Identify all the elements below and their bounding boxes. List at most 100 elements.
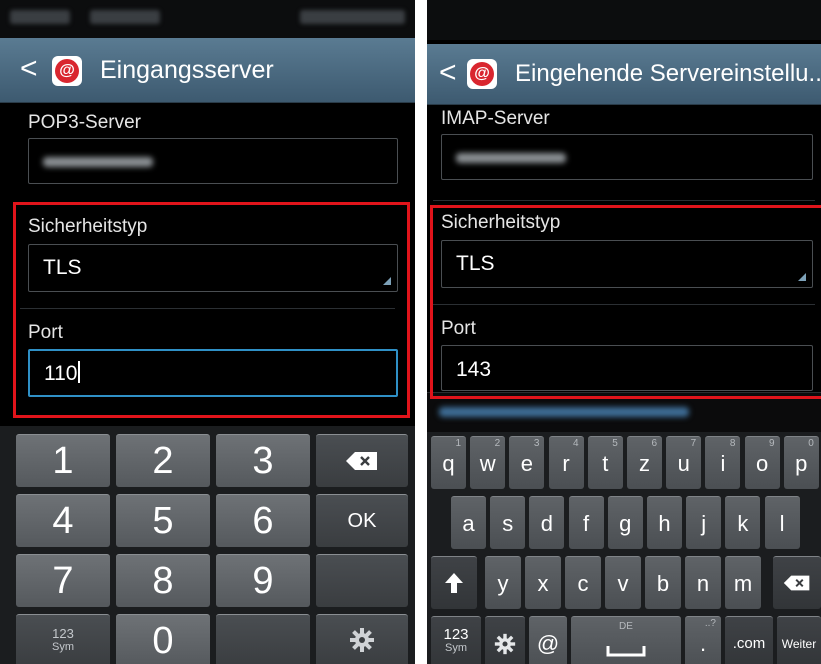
key-u[interactable]: 7u (666, 436, 702, 489)
gear-icon (494, 633, 516, 655)
key-label: d (540, 511, 554, 536)
key-p[interactable]: 0p (783, 436, 819, 489)
key-z[interactable]: 6z (627, 436, 662, 489)
screen-title: Eingangsserver (100, 56, 274, 84)
key-g[interactable]: g (607, 496, 643, 549)
key-label: u (677, 451, 690, 476)
key-1[interactable]: 1 (16, 434, 110, 487)
email-app-icon: @ (467, 59, 497, 89)
key-r[interactable]: 4r (548, 436, 584, 489)
key-q[interactable]: 1q (431, 436, 466, 489)
key-label: f (583, 511, 590, 536)
sym-key[interactable]: 123 Sym (431, 616, 481, 664)
back-icon[interactable]: < (20, 52, 38, 86)
status-icons (90, 10, 160, 24)
email-app-icon: @ (52, 56, 82, 86)
settings-key[interactable] (316, 614, 408, 664)
key-label: q (442, 451, 455, 476)
key-n[interactable]: n (685, 556, 721, 609)
key-6[interactable]: 6 (216, 494, 310, 547)
settings-key[interactable] (485, 616, 525, 664)
key-9[interactable]: 9 (216, 554, 310, 607)
server-label: POP3-Server (28, 112, 141, 133)
numeric-keypad: 1 2 3 4 5 6 OK 7 8 9 123 Sym 0 (0, 426, 415, 664)
key-label: r (562, 451, 570, 476)
key-label: k (737, 511, 749, 536)
server-field[interactable] (441, 134, 813, 180)
backspace-key[interactable] (316, 434, 408, 487)
dot-key[interactable]: ..? . (685, 616, 721, 664)
screen-title: Eingehende Servereinstellu.. (515, 60, 821, 87)
key-label: n (696, 571, 710, 596)
key-label: t (602, 451, 609, 476)
highlight-box (430, 205, 821, 399)
key-7[interactable]: 7 (16, 554, 110, 607)
key-label: c (577, 571, 589, 596)
key-e[interactable]: 3e (509, 436, 545, 489)
action-bar: < @ Eingangsserver (0, 38, 415, 103)
key-f[interactable]: f (568, 496, 604, 549)
key-label: b (656, 571, 670, 596)
gear-icon (350, 628, 374, 652)
action-bar: < @ Eingehende Servereinstellu.. (427, 44, 821, 105)
empty-key (216, 614, 310, 664)
key-a[interactable]: a (451, 496, 486, 549)
key-label: o (755, 451, 769, 476)
key-label: y (497, 571, 509, 596)
key-label: w (479, 451, 496, 476)
key-k[interactable]: k (725, 496, 761, 549)
key-5[interactable]: 5 (116, 494, 210, 547)
key-c[interactable]: c (565, 556, 601, 609)
key-s[interactable]: s (490, 496, 526, 549)
key-8[interactable]: 8 (116, 554, 210, 607)
space-key[interactable]: DE (571, 616, 681, 664)
key-label: z (639, 451, 650, 476)
server-label: IMAP-Server (441, 108, 550, 129)
key-j[interactable]: j (686, 496, 722, 549)
server-value-redacted (43, 157, 153, 167)
key-i[interactable]: 8i (705, 436, 741, 489)
key-t[interactable]: 5t (587, 436, 623, 489)
key-label: a (462, 511, 475, 536)
key-4[interactable]: 4 (16, 494, 110, 547)
key-0[interactable]: 0 (116, 614, 210, 664)
key-b[interactable]: b (645, 556, 681, 609)
next-key[interactable]: Weiter (777, 616, 821, 664)
key-number-hint: 0 (808, 438, 814, 449)
server-field[interactable] (28, 138, 398, 184)
divider (433, 200, 815, 201)
backspace-icon (346, 452, 377, 470)
key-v[interactable]: v (605, 556, 641, 609)
status-bar (0, 0, 415, 38)
key-2[interactable]: 2 (116, 434, 210, 487)
key-m[interactable]: m (725, 556, 761, 609)
backspace-key[interactable] (773, 556, 821, 609)
sym-key[interactable]: 123 Sym (16, 614, 110, 664)
key-label: s (502, 511, 514, 536)
key-h[interactable]: h (647, 496, 682, 549)
key-w[interactable]: 2w (470, 436, 506, 489)
ok-key[interactable]: OK (316, 494, 408, 547)
key-label: m (733, 571, 753, 596)
highlight-box (13, 202, 410, 418)
key-number-hint: 6 (651, 438, 657, 449)
left-phone-screen: < @ Eingangsserver POP3-Server Sicherhei… (0, 0, 415, 664)
key-number-hint: 2 (494, 438, 501, 449)
shift-key[interactable] (431, 556, 477, 609)
dotcom-key[interactable]: .com (725, 616, 773, 664)
status-clock (300, 10, 405, 24)
key-label: l (779, 511, 785, 536)
key-l[interactable]: l (764, 496, 800, 549)
key-x[interactable]: x (525, 556, 561, 609)
at-key[interactable]: @ (529, 616, 567, 664)
key-number-hint: 3 (533, 438, 540, 449)
key-label: g (619, 511, 632, 536)
key-o[interactable]: 9o (744, 436, 780, 489)
back-icon[interactable]: < (439, 56, 457, 90)
key-d[interactable]: d (529, 496, 565, 549)
key-y[interactable]: y (485, 556, 521, 609)
key-number-hint: 9 (769, 438, 775, 449)
key-3[interactable]: 3 (216, 434, 310, 487)
key-label: v (617, 571, 629, 596)
empty-key (316, 554, 408, 607)
